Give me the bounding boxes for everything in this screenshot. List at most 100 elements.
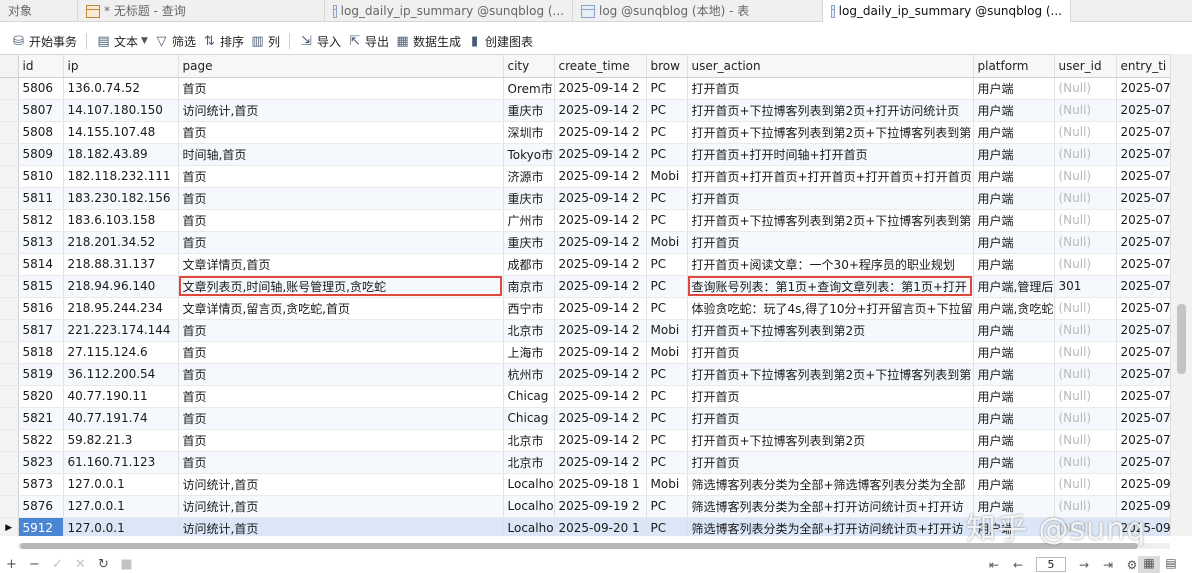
cell-city[interactable]: 北京市	[503, 429, 555, 452]
vertical-scrollbar-thumb[interactable]	[1177, 304, 1186, 374]
cell-user_id[interactable]: (Null)	[1054, 253, 1117, 276]
cell-page[interactable]: 文章列表页,时间轴,账号管理页,贪吃蛇	[178, 275, 504, 298]
data-grid[interactable]: id ip page city create_time brow user_action pl…	[0, 54, 1170, 536]
column-header-brow[interactable]: brow	[646, 55, 688, 78]
grid-view-icon[interactable]: ▦	[1138, 556, 1160, 573]
row-indicator[interactable]	[0, 473, 19, 496]
column-header-create_time[interactable]: create_time	[554, 55, 647, 78]
table-row[interactable]: 5806 136.0.74.52 首页 Orem市 2025-09-14 2 PC 打开首页…	[0, 77, 1170, 100]
cell-id[interactable]: 5817	[18, 319, 64, 342]
cell-user_id[interactable]: (Null)	[1054, 495, 1117, 518]
cell-platform[interactable]: 用户端	[973, 517, 1055, 536]
first-page-icon[interactable]: ⇤	[982, 558, 1006, 572]
cell-city[interactable]: 杭州市	[503, 363, 555, 386]
row-indicator[interactable]	[0, 385, 19, 408]
cell-page[interactable]: 首页	[178, 121, 504, 144]
add-record-icon[interactable]: +	[0, 557, 23, 572]
cell-brow[interactable]: Mobi	[646, 165, 688, 188]
cell-create_time[interactable]: 2025-09-14 2	[554, 363, 647, 386]
cell-page[interactable]: 访问统计,首页	[178, 473, 504, 496]
cell-platform[interactable]: 用户端	[973, 319, 1055, 342]
cell-entry_ti[interactable]: 2025-07-	[1116, 253, 1170, 276]
cell-ip[interactable]: 218.94.96.140	[63, 275, 179, 298]
cell-page[interactable]: 时间轴,首页	[178, 143, 504, 166]
row-indicator[interactable]	[0, 77, 19, 100]
column-header-id[interactable]: id	[18, 55, 64, 78]
cell-create_time[interactable]: 2025-09-14 2	[554, 341, 647, 364]
cell-user_id[interactable]: (Null)	[1054, 231, 1117, 254]
column-header-entry_ti[interactable]: entry_ti	[1116, 55, 1170, 78]
cell-city[interactable]: Localho	[503, 495, 555, 518]
table-row[interactable]: 5814 218.88.31.137 文章详情页,首页 成都市 2025-09-14 2…	[0, 253, 1170, 276]
row-indicator[interactable]	[0, 275, 19, 298]
export-button[interactable]: ⇱ 导出	[344, 30, 392, 52]
cell-city[interactable]: 重庆市	[503, 187, 555, 210]
cell-page[interactable]: 首页	[178, 231, 504, 254]
column-header-ip[interactable]: ip	[63, 55, 179, 78]
cell-id[interactable]: 5873	[18, 473, 64, 496]
cell-user_id[interactable]: 301	[1054, 275, 1117, 298]
cell-entry_ti[interactable]: 2025-07-	[1116, 121, 1170, 144]
cell-page[interactable]: 首页	[178, 319, 504, 342]
cell-user_id[interactable]: (Null)	[1054, 451, 1117, 474]
row-indicator[interactable]	[0, 143, 19, 166]
cell-create_time[interactable]: 2025-09-18 1	[554, 473, 647, 496]
cell-ip[interactable]: 127.0.0.1	[63, 517, 179, 536]
cell-platform[interactable]: 用户端	[973, 231, 1055, 254]
tab-1[interactable]: 对象	[0, 0, 78, 22]
cell-ip[interactable]: 136.0.74.52	[63, 77, 179, 100]
cell-entry_ti[interactable]: 2025-07-	[1116, 407, 1170, 430]
table-row[interactable]: 5815 218.94.96.140 文章列表页,时间轴,账号管理页,贪吃蛇 南京市 2…	[0, 275, 1170, 298]
cell-brow[interactable]: PC	[646, 363, 688, 386]
cell-entry_ti[interactable]: 2025-07-	[1116, 275, 1170, 298]
cell-brow[interactable]: PC	[646, 451, 688, 474]
create-chart-button[interactable]: ▮ 创建图表	[464, 30, 536, 52]
row-indicator[interactable]	[0, 341, 19, 364]
cell-user_action[interactable]: 打开首页+下拉博客列表到第2页+下拉博客列表到第	[687, 121, 974, 144]
cell-id[interactable]: 5912	[18, 517, 64, 536]
cell-user_action[interactable]: 打开首页+下拉博客列表到第2页+打开访问统计页	[687, 99, 974, 122]
cell-user_id[interactable]: (Null)	[1054, 341, 1117, 364]
cell-user_id[interactable]: (Null)	[1054, 473, 1117, 496]
cell-user_id[interactable]: (Null)	[1054, 385, 1117, 408]
cell-create_time[interactable]: 2025-09-14 2	[554, 275, 647, 298]
cell-brow[interactable]: PC	[646, 495, 688, 518]
cell-brow[interactable]: PC	[646, 429, 688, 452]
cell-city[interactable]: Tokyo市	[503, 143, 555, 166]
row-indicator[interactable]	[0, 407, 19, 430]
cell-user_action[interactable]: 打开首页	[687, 187, 974, 210]
cell-create_time[interactable]: 2025-09-20 1	[554, 517, 647, 536]
cell-city[interactable]: 西宁市	[503, 297, 555, 320]
row-indicator[interactable]	[0, 319, 19, 342]
cell-user_action[interactable]: 打开首页+下拉博客列表到第2页	[687, 319, 974, 342]
row-indicator[interactable]	[0, 297, 19, 320]
horizontal-scrollbar[interactable]	[18, 538, 1170, 552]
cell-brow[interactable]: PC	[646, 297, 688, 320]
data-generation-button[interactable]: ▦ 数据生成	[392, 30, 464, 52]
last-page-icon[interactable]: ⇥	[1096, 558, 1120, 572]
cell-ip[interactable]: 18.182.43.89	[63, 143, 179, 166]
table-row[interactable]: 5818 27.115.124.6 首页 上海市 2025-09-14 2 Mobi 打开首…	[0, 341, 1170, 364]
cell-entry_ti[interactable]: 2025-07-	[1116, 319, 1170, 342]
cell-ip[interactable]: 14.107.180.150	[63, 99, 179, 122]
cell-id[interactable]: 5816	[18, 297, 64, 320]
page-number-input[interactable]: 5	[1036, 557, 1066, 572]
cell-city[interactable]: 北京市	[503, 319, 555, 342]
form-view-icon[interactable]: ▤	[1160, 556, 1182, 573]
cell-platform[interactable]: 用户端	[973, 495, 1055, 518]
cell-page[interactable]: 首页	[178, 187, 504, 210]
filter-button[interactable]: ▽ 筛选	[151, 30, 199, 52]
cell-page[interactable]: 首页	[178, 209, 504, 232]
cell-page[interactable]: 首页	[178, 451, 504, 474]
cell-id[interactable]: 5820	[18, 385, 64, 408]
begin-transaction-button[interactable]: ⛁ 开始事务	[8, 30, 80, 52]
cell-brow[interactable]: Mobi	[646, 473, 688, 496]
cell-brow[interactable]: PC	[646, 517, 688, 536]
cell-user_id[interactable]: (Null)	[1054, 77, 1117, 100]
cell-brow[interactable]: PC	[646, 121, 688, 144]
row-indicator[interactable]	[0, 429, 19, 452]
cell-platform[interactable]: 用户端	[973, 187, 1055, 210]
cell-entry_ti[interactable]: 2025-07-	[1116, 363, 1170, 386]
cell-platform[interactable]: 用户端	[973, 363, 1055, 386]
cell-id[interactable]: 5823	[18, 451, 64, 474]
